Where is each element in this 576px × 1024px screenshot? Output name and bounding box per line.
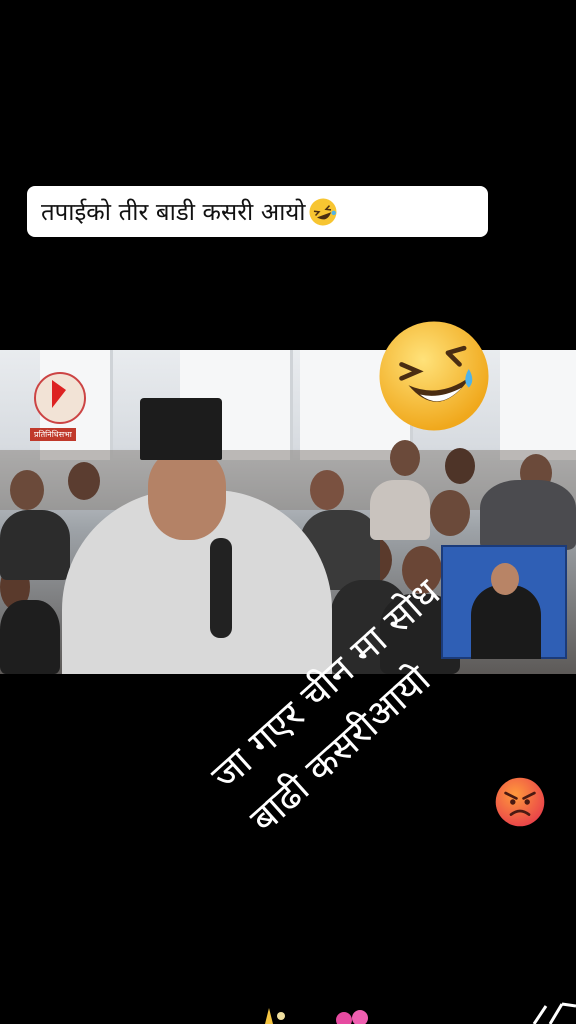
- background-window: [500, 350, 576, 460]
- caption-text: तपाईको तीर बाडी कसरी आयो: [41, 198, 306, 226]
- audience-body: [370, 480, 430, 540]
- partial-text-fragment-icon: [532, 1002, 576, 1024]
- speaker-face: [148, 450, 226, 540]
- microphone: [210, 538, 232, 638]
- laughing-tears-emoji-icon: [379, 321, 489, 431]
- audience-member: [390, 440, 420, 476]
- sparkle-icon: [265, 1008, 285, 1024]
- audience-member: [68, 462, 100, 500]
- caption-box: तपाईको तीर बाडी कसरी आयो: [27, 186, 488, 237]
- laughing-emoji-icon: [309, 198, 337, 225]
- flower-icon: [336, 1010, 368, 1024]
- audience-body: [0, 510, 70, 580]
- audience-body: [0, 600, 60, 674]
- audience-member: [10, 470, 44, 510]
- speaker-dhaka-topi: [140, 398, 222, 460]
- nepal-flag-icon: [52, 380, 66, 408]
- emblem-label: प्रतिनिधिसभा: [30, 428, 76, 441]
- audience-member: [310, 470, 344, 510]
- angry-face-emoji-icon: [495, 777, 545, 827]
- audience-member: [445, 448, 475, 484]
